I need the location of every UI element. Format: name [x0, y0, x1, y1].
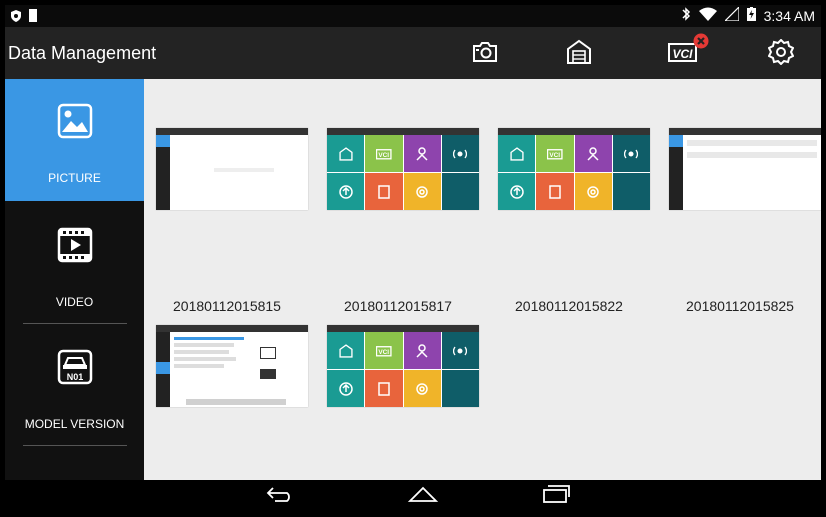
svg-text:VCI: VCI — [672, 47, 693, 61]
sidebar-item-label: PICTURE — [48, 171, 101, 185]
bluetooth-icon — [682, 7, 691, 24]
vci-status-button[interactable]: VCI — [661, 33, 709, 69]
svg-text:N01: N01 — [66, 372, 83, 382]
sidebar-item-label: MODEL VERSION — [24, 417, 125, 431]
wifi-icon — [698, 7, 717, 24]
shield-icon — [11, 9, 21, 27]
recents-icon — [541, 484, 571, 509]
gallery-panel: 20180112015815 VCI 20180112015817 VCI 20… — [144, 79, 821, 511]
gallery-item-label: 20180112015817 — [344, 298, 452, 314]
status-bar: 3:34 AM — [5, 5, 821, 27]
thumbnail-image[interactable]: VCI — [327, 128, 479, 210]
thumbnail-image[interactable] — [156, 128, 308, 210]
sidebar: PICTURE VIDEO N01 MODEL VERSION — [5, 79, 144, 480]
home-garage-button[interactable] — [564, 39, 594, 69]
camera-icon — [472, 41, 498, 68]
thumbnail-image[interactable] — [669, 128, 821, 210]
recents-button[interactable] — [536, 484, 576, 508]
home-icon — [407, 485, 439, 508]
clock: 3:34 AM — [763, 7, 815, 24]
thumbnail-image[interactable] — [156, 325, 308, 407]
disconnected-badge-icon — [693, 33, 709, 54]
app-header: Data Management VCI — [5, 27, 821, 79]
screenshot-camera-button[interactable] — [470, 39, 500, 69]
status-right: 3:34 AM — [682, 5, 815, 24]
sidebar-divider — [23, 445, 127, 446]
gear-icon — [767, 38, 795, 70]
settings-button[interactable] — [766, 38, 796, 70]
car-model-icon: N01 — [57, 349, 93, 385]
page-title: Data Management — [8, 43, 157, 63]
sim-icon — [29, 9, 37, 27]
svg-text:VCI: VCI — [549, 152, 560, 159]
signal-icon — [723, 5, 740, 24]
device-frame: 3:34 AM Data Management VCI PICTURE VIDE… — [0, 0, 826, 517]
system-nav-bar — [5, 480, 821, 512]
back-button[interactable] — [260, 484, 300, 508]
sidebar-item-picture[interactable]: PICTURE — [5, 79, 144, 201]
gallery-item-label: 20180112015825 — [686, 298, 794, 314]
svg-text:VCI: VCI — [378, 152, 389, 159]
thumbnail-image[interactable]: VCI — [327, 325, 479, 407]
gallery-item-label: 20180112015822 — [515, 298, 623, 314]
svg-text:VCI: VCI — [378, 349, 389, 356]
sidebar-item-video[interactable]: VIDEO — [5, 203, 144, 325]
back-icon — [265, 485, 295, 508]
sidebar-divider — [23, 323, 127, 324]
thumbnail-image[interactable]: VCI — [498, 128, 650, 210]
gallery-item-label: 20180112015815 — [173, 298, 281, 314]
video-icon — [57, 227, 93, 263]
status-left — [11, 9, 37, 27]
picture-icon — [57, 103, 93, 139]
battery-charging-icon — [746, 7, 756, 24]
sidebar-item-model-version[interactable]: N01 MODEL VERSION — [5, 325, 144, 447]
sidebar-item-label: VIDEO — [55, 295, 94, 309]
garage-icon — [566, 39, 592, 70]
home-button[interactable] — [403, 484, 443, 508]
